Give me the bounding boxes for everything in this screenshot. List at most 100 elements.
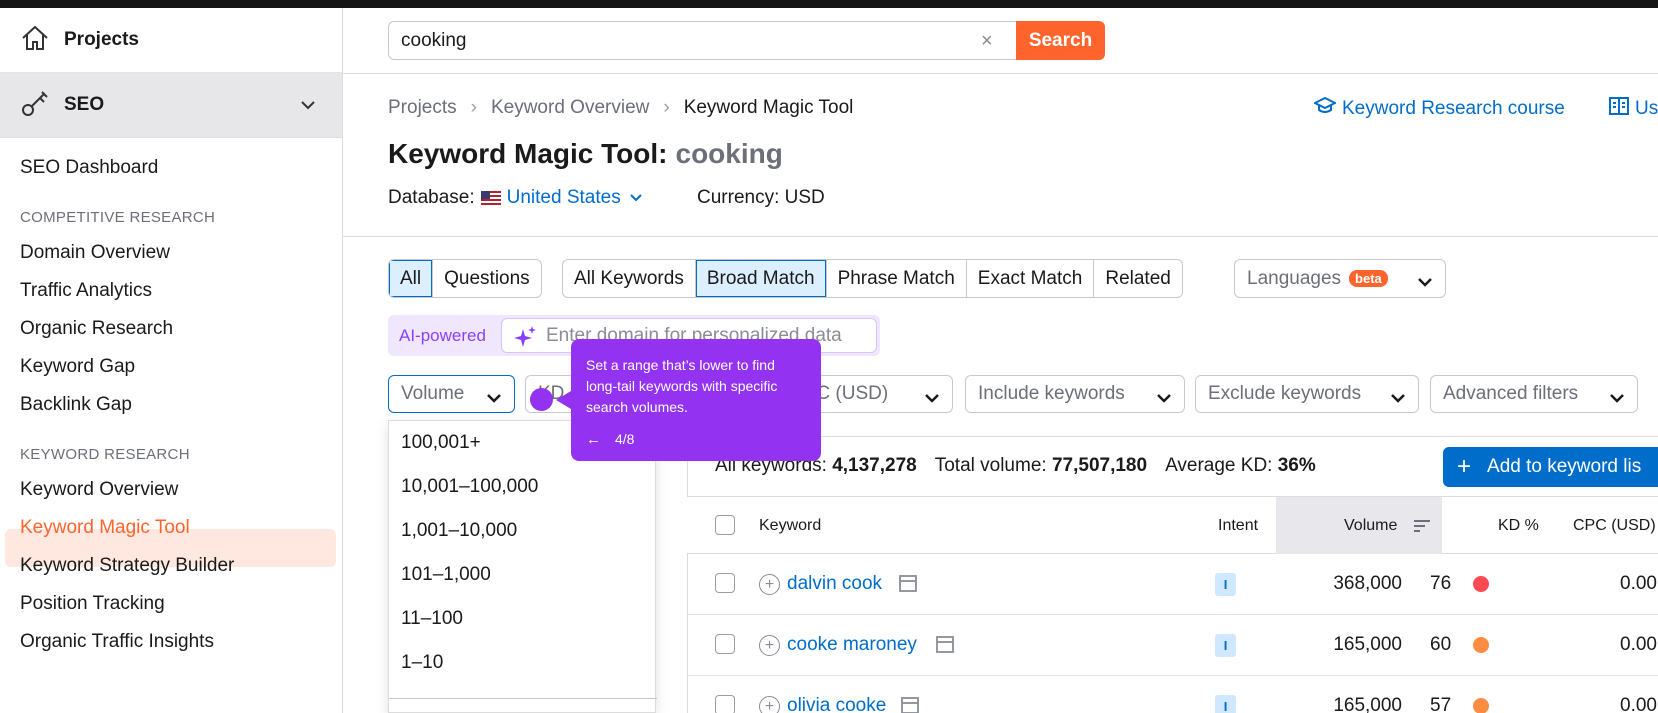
tab-related[interactable]: Related [1094, 260, 1182, 297]
sidebar-item-domain-overview[interactable]: Domain Overview [20, 242, 170, 264]
keyword-link[interactable]: dalvin cook [787, 573, 882, 595]
search-button[interactable]: Search [1016, 21, 1105, 60]
volume-option[interactable]: 10,001–100,000 [389, 465, 655, 509]
database-selector: Database: United States [388, 187, 643, 209]
serp-features-icon[interactable] [899, 575, 917, 598]
table-row[interactable]: + dalvin cook I 368,000 76 0.00 [687, 554, 1658, 615]
sidebar-item-traffic-analytics[interactable]: Traffic Analytics [20, 280, 152, 302]
volume-value: 368,000 [1333, 573, 1402, 594]
cpc-value: 0.00 [1620, 634, 1657, 655]
page-title: Keyword Magic Tool: cooking [388, 138, 783, 170]
volume-dropdown-menu: 100,001+ 10,001–100,000 1,001–10,000 101… [388, 420, 657, 713]
add-to-keyword-list-label: Add to keyword lis [1487, 456, 1642, 477]
sort-icon[interactable] [1413, 519, 1431, 538]
sidebar-item-organic-research[interactable]: Organic Research [20, 318, 173, 340]
page-title-text: Keyword Magic Tool: [388, 138, 668, 169]
select-all-checkbox[interactable] [715, 515, 735, 535]
header-keyword[interactable]: Keyword [759, 517, 821, 535]
tab-phrase-match[interactable]: Phrase Match [827, 260, 967, 297]
intent-badge: I [1215, 634, 1236, 657]
chevron-down-icon [300, 95, 316, 116]
header-volume[interactable]: Volume [1344, 517, 1397, 535]
beta-badge: beta [1349, 270, 1388, 287]
sidebar-seo[interactable]: SEO [0, 73, 342, 138]
header-intent[interactable]: Intent [1218, 517, 1258, 535]
sidebar-item-keyword-gap[interactable]: Keyword Gap [20, 356, 135, 378]
volume-option[interactable]: 1,001–10,000 [389, 509, 655, 553]
sidebar-item-position-tracking[interactable]: Position Tracking [20, 593, 165, 615]
database-dropdown[interactable]: United States [507, 187, 621, 209]
arrow-left-icon[interactable]: ← [586, 429, 601, 450]
seo-key-icon [20, 88, 50, 123]
sparkle-icon [514, 325, 538, 355]
row-checkbox[interactable] [715, 695, 735, 713]
onboarding-tooltip: Set a range that’s lower to find long-ta… [571, 339, 821, 461]
cpc-value: 0.00 [1620, 573, 1657, 594]
total-volume-stat: Total volume: 77,507,180 [934, 455, 1148, 476]
clear-icon[interactable]: × [981, 30, 993, 53]
serp-features-icon[interactable] [901, 697, 919, 713]
sidebar-item-organic-traffic-insights[interactable]: Organic Traffic Insights [20, 631, 214, 653]
divider [343, 236, 1658, 237]
row-checkbox[interactable] [715, 634, 735, 654]
tab-broad-match[interactable]: Broad Match [695, 260, 827, 297]
exclude-keywords-filter[interactable]: Exclude keywords [1195, 375, 1419, 413]
advanced-filters-label: Advanced filters [1443, 383, 1579, 404]
tab-all-keywords[interactable]: All Keywords [563, 260, 696, 297]
keyword-link[interactable]: olivia cooke [787, 695, 886, 713]
user-manual-label: Us [1635, 98, 1658, 119]
tab-all[interactable]: All [389, 260, 434, 297]
tab-exact-match[interactable]: Exact Match [967, 260, 1095, 297]
table-row[interactable]: + cooke maroney I 165,000 60 0.00 [687, 615, 1658, 676]
chevron-down-icon[interactable] [629, 187, 643, 209]
keyword-research-course-link[interactable]: Keyword Research course [1312, 96, 1565, 121]
languages-dropdown[interactable]: Languages beta [1234, 259, 1446, 298]
kd-difficulty-dot [1473, 576, 1489, 592]
sidebar-item-backlink-gap[interactable]: Backlink Gap [20, 394, 132, 416]
intent-badge: I [1215, 573, 1236, 596]
advanced-filters[interactable]: Advanced filters [1430, 375, 1638, 413]
volume-option[interactable]: 101–1,000 [389, 553, 655, 597]
plus-icon: + [1457, 453, 1472, 480]
header-kd[interactable]: KD % [1498, 517, 1539, 535]
graduation-cap-icon [1312, 96, 1338, 121]
tooltip-step: 4/8 [615, 431, 635, 447]
keyword-link[interactable]: cooke maroney [787, 634, 917, 656]
book-icon [1609, 97, 1629, 121]
row-checkbox[interactable] [715, 573, 735, 593]
add-keyword-icon[interactable]: + [759, 574, 780, 595]
volume-filter-label: Volume [401, 383, 465, 404]
ai-powered-label: AI-powered [399, 325, 486, 345]
sidebar-heading-keyword: KEYWORD RESEARCH [20, 446, 190, 463]
page-title-keyword: cooking [675, 138, 783, 169]
search-input[interactable]: cooking [388, 21, 1016, 60]
kd-difficulty-dot [1473, 637, 1489, 653]
volume-option[interactable]: 1–10 [389, 641, 655, 685]
serp-features-icon[interactable] [936, 636, 954, 659]
kd-difficulty-dot [1473, 698, 1489, 713]
volume-option[interactable]: 11–100 [389, 597, 655, 641]
include-keywords-filter[interactable]: Include keywords [965, 375, 1185, 413]
volume-filter[interactable]: Volume [388, 375, 515, 413]
breadcrumb-keyword-overview[interactable]: Keyword Overview [491, 97, 649, 119]
header-cpc[interactable]: CPC (USD) [1573, 517, 1656, 535]
breadcrumb-current: Keyword Magic Tool [683, 97, 854, 118]
user-manual-link[interactable]: Us [1609, 97, 1658, 121]
table-row[interactable]: + olivia cooke I 165,000 57 0.00 [687, 676, 1658, 713]
add-keyword-icon[interactable]: + [759, 635, 780, 656]
chevron-down-icon [924, 388, 940, 410]
sidebar-item-keyword-strategy-builder[interactable]: Keyword Strategy Builder [20, 555, 234, 577]
sidebar-item-seo-dashboard[interactable]: SEO Dashboard [20, 157, 158, 179]
add-keyword-icon[interactable]: + [759, 696, 780, 713]
add-to-keyword-list-button[interactable]: + Add to keyword lis [1443, 447, 1658, 487]
breadcrumb-projects[interactable]: Projects [388, 97, 457, 119]
sidebar-item-keyword-overview[interactable]: Keyword Overview [20, 479, 178, 501]
search-bar-row: cooking × Search [343, 8, 1658, 74]
window-topbar [0, 0, 1658, 8]
onboarding-hotspot[interactable] [530, 388, 553, 411]
chevron-right-icon: › [470, 97, 477, 118]
include-filter-label: Include keywords [978, 383, 1125, 404]
tab-questions[interactable]: Questions [433, 260, 541, 297]
sidebar-projects[interactable]: Projects [0, 8, 342, 73]
sidebar-item-keyword-magic-tool[interactable]: Keyword Magic Tool [20, 517, 190, 539]
